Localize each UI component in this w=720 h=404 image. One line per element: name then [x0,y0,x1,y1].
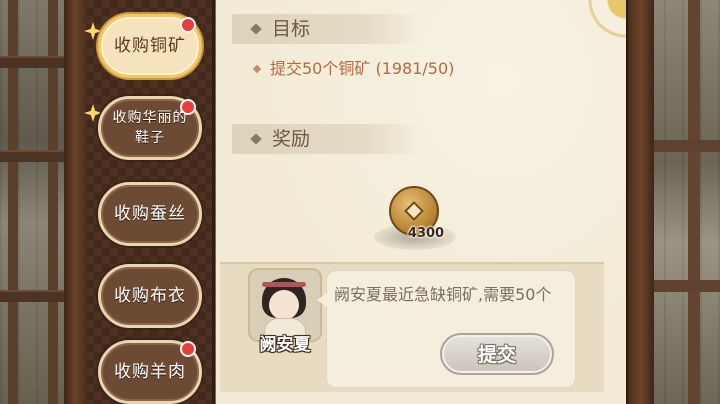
goal-section-header: 目标 [232,14,422,44]
goal-line: 提交50个铜矿 (1981/50) [252,58,455,80]
tab-label: 收购蚕丝 [114,203,186,224]
npc-name: 阙安夏 [259,335,311,355]
tab-cloth[interactable]: 收购布衣 [98,264,202,328]
goal-header-label: 目标 [272,18,311,40]
npc-dialogue-text: 阙安夏最近急缺铜矿,需要50个 [334,285,552,304]
background-shelf [0,290,72,302]
reward-header-label: 奖励 [272,128,311,150]
frame-right-pillar [626,0,654,404]
coin-hole [404,201,424,221]
avatar-face [269,290,299,320]
notification-dot-icon [180,17,196,33]
tab-label: 收购铜矿 [114,35,186,56]
diamond-icon [250,23,262,35]
tab-silk[interactable]: 收购蚕丝 [98,182,202,246]
background-shelf [0,150,72,162]
avatar-headband [262,282,306,287]
reward-section-header: 奖励 [232,124,422,154]
diamond-icon [250,133,262,145]
panel-corner-ornament [536,0,626,60]
reward-amount: 4300 [407,226,445,241]
notification-dot-icon [180,341,196,357]
background-left-scene [0,0,72,404]
notification-dot-icon [180,99,196,115]
goal-text: 提交50个铜矿 (1981/50) [270,59,455,78]
tab-label: 收购羊肉 [114,361,186,382]
background-shelf [0,56,72,68]
submit-button[interactable]: 提交 [440,333,554,375]
tab-label: 收购布衣 [114,285,186,306]
background-post [688,0,700,404]
tab-label: 收购华丽的鞋子 [112,110,188,146]
